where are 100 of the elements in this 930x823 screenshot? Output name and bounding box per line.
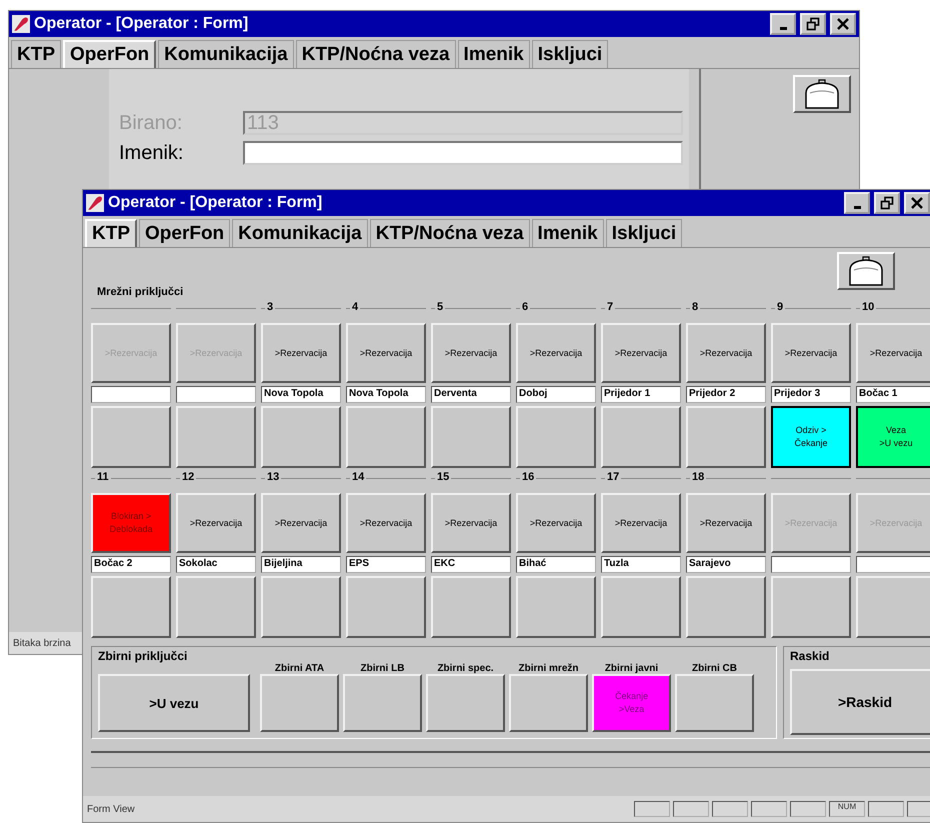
line-number: 16: [520, 471, 536, 483]
status-button[interactable]: [261, 576, 341, 638]
directory-dropdown[interactable]: [243, 141, 683, 165]
reservation-button[interactable]: >Rezervacija: [346, 323, 426, 383]
collective-line-button[interactable]: [675, 674, 754, 732]
restore-icon: [880, 196, 894, 210]
status-panel: [673, 801, 709, 817]
line-number: 3: [265, 301, 276, 313]
collective-line-button[interactable]: [343, 674, 422, 732]
line-name-field: Tuzla: [601, 556, 681, 573]
status-button[interactable]: [176, 576, 256, 638]
reservation-button[interactable]: >Rezervacija: [346, 493, 426, 553]
tab[interactable]: Iskljuci: [606, 219, 682, 247]
line-number: 4: [350, 301, 360, 313]
status-button[interactable]: [431, 406, 511, 468]
line-name-field: EPS: [346, 556, 426, 573]
status-button[interactable]: [261, 406, 341, 468]
restore-button[interactable]: [874, 192, 900, 214]
line-name-field: Prijedor 1: [601, 386, 681, 403]
field-label: Imenik:: [119, 142, 184, 164]
collective-line-label: Zbirni javni: [604, 663, 658, 674]
collective-line-button[interactable]: [260, 674, 339, 732]
tab[interactable]: Imenik: [532, 219, 604, 247]
line-name-field: Nova Topola: [261, 386, 341, 403]
status-button[interactable]: Odziv > Čekanje: [771, 406, 851, 468]
status-button[interactable]: Veza >U vezu: [856, 406, 930, 468]
connect-button[interactable]: >U vezu: [98, 674, 250, 732]
tab[interactable]: KTP: [11, 40, 61, 68]
window-title: Operator - [Operator : Form]: [108, 194, 322, 212]
bell-button[interactable]: [793, 75, 851, 113]
reservation-button[interactable]: >Rezervacija: [601, 323, 681, 383]
tab[interactable]: Komunikacija: [158, 40, 294, 68]
bell-button[interactable]: [837, 252, 895, 290]
status-button[interactable]: [176, 406, 256, 468]
tab[interactable]: KTP/Noćna veza: [370, 219, 530, 247]
reservation-button[interactable]: >Rezervacija: [176, 493, 256, 553]
reservation-button[interactable]: >Rezervacija: [516, 323, 596, 383]
collective-line-button[interactable]: [426, 674, 505, 732]
reservation-button[interactable]: >Rezervacija: [771, 323, 851, 383]
status-panel: [712, 801, 748, 817]
tab[interactable]: Komunikacija: [232, 219, 368, 247]
tab[interactable]: OperFon: [139, 219, 230, 247]
collective-line-button[interactable]: [509, 674, 588, 732]
disconnect-button[interactable]: >Raskid: [790, 669, 930, 735]
status-button[interactable]: [771, 576, 851, 638]
tab[interactable]: KTP: [85, 219, 137, 247]
window-title: Operator - [Operator : Form]: [34, 15, 248, 33]
group-title: Raskid: [790, 649, 830, 663]
status-button[interactable]: [601, 576, 681, 638]
restore-button[interactable]: [800, 13, 826, 35]
line-number: 14: [350, 471, 366, 483]
tab[interactable]: KTP/Noćna veza: [296, 40, 456, 68]
collective-line-label: Zbirni mrežn: [518, 663, 578, 674]
tab[interactable]: Iskljuci: [532, 40, 608, 68]
line-name-field: Doboj: [516, 386, 596, 403]
status-button[interactable]: [431, 576, 511, 638]
reservation-button[interactable]: >Rezervacija: [686, 323, 766, 383]
status-button[interactable]: [686, 576, 766, 638]
status-button[interactable]: [686, 406, 766, 468]
status-button[interactable]: [346, 576, 426, 638]
group-title: Mrežni priključci: [97, 286, 184, 298]
reservation-button[interactable]: >Rezervacija: [601, 493, 681, 553]
collective-line-label: Zbirni ATA: [274, 663, 324, 674]
status-panel: [751, 801, 787, 817]
status-indicator: NUM: [829, 801, 865, 817]
reservation-button[interactable]: >Rezervacija: [261, 323, 341, 383]
status-panel: [634, 801, 670, 817]
reservation-button[interactable]: >Rezervacija: [261, 493, 341, 553]
status-button[interactable]: [856, 576, 930, 638]
line-number: 12: [180, 471, 196, 483]
reservation-button[interactable]: >Rezervacija: [431, 493, 511, 553]
status-text: Bitaka brzina: [13, 638, 71, 648]
line-number: 18: [690, 471, 706, 483]
reservation-button[interactable]: >Rezervacija: [856, 323, 930, 383]
line-number: 13: [265, 471, 282, 483]
line-number: 5: [435, 301, 446, 313]
close-button[interactable]: [904, 192, 930, 214]
status-button[interactable]: [601, 406, 681, 468]
reservation-button[interactable]: >Rezervacija: [431, 323, 511, 383]
status-button[interactable]: [91, 406, 171, 468]
collective-line-label: Zbirni CB: [692, 663, 737, 674]
minimize-button[interactable]: [770, 13, 796, 35]
minimize-button[interactable]: [844, 192, 870, 214]
field-label: Birano:: [119, 112, 184, 134]
minimize-icon: [780, 26, 786, 30]
collective-line-label: Zbirni LB: [360, 663, 404, 674]
status-button[interactable]: [516, 576, 596, 638]
reservation-button[interactable]: >Rezervacija: [516, 493, 596, 553]
reservation-button[interactable]: >Rezervacija: [686, 493, 766, 553]
line-name-field: Sarajevo: [686, 556, 766, 573]
status-button[interactable]: [91, 576, 171, 638]
status-button[interactable]: [346, 406, 426, 468]
close-button[interactable]: [830, 13, 856, 35]
tab[interactable]: Imenik: [458, 40, 530, 68]
status-button[interactable]: [516, 406, 596, 468]
line-number: 17: [605, 471, 622, 483]
line-name-field: Prijedor 2: [686, 386, 766, 403]
close-icon: [910, 196, 924, 210]
tab[interactable]: OperFon: [63, 40, 156, 68]
line-number: 8: [690, 301, 700, 313]
